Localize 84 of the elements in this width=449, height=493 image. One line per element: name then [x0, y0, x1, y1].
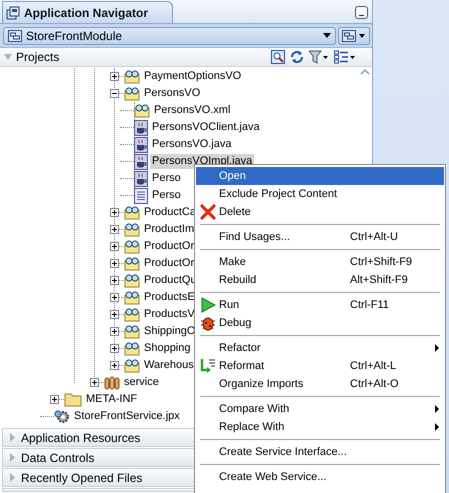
view-object-icon [124, 308, 140, 322]
search-icon[interactable] [271, 50, 285, 64]
menu-item[interactable]: Find Usages... Ctrl+Alt-U [196, 228, 444, 246]
document-icon [134, 188, 148, 204]
tree-item[interactable]: PersonsVO.java [150, 137, 234, 152]
view-object-icon [124, 222, 140, 236]
package-icon [104, 375, 120, 390]
menu-item[interactable]: Open [196, 167, 444, 185]
expand-toggle[interactable] [110, 72, 119, 81]
java-file-icon [134, 136, 148, 152]
module-icon [8, 30, 22, 42]
tree-item[interactable]: PaymentOptionsVO [142, 69, 244, 84]
tree-item[interactable]: PersonsVOClient.java [150, 120, 262, 135]
tree-item[interactable]: PersonsVO [142, 86, 202, 101]
tree-item[interactable]: META-INF [84, 392, 140, 407]
tree-item[interactable]: Perso [150, 171, 183, 186]
view-object-icon [124, 324, 140, 338]
menu-item[interactable]: Reformat Ctrl+Alt-L [196, 357, 444, 375]
tree-item[interactable]: ProductOr [142, 239, 196, 254]
menu-item[interactable]: Organize Imports Ctrl+Alt-O [196, 375, 444, 393]
tree-item[interactable]: ShippingO [142, 324, 198, 339]
tree-item[interactable]: ProductsE [142, 290, 197, 305]
windows-icon [6, 5, 22, 20]
project-dropdown[interactable]: StoreFrontModule [3, 26, 336, 44]
view-object-icon [124, 240, 140, 254]
module-icon [342, 30, 356, 42]
expand-toggle[interactable] [110, 361, 119, 370]
play-icon [200, 297, 216, 313]
tree-item[interactable]: ProductOr [142, 256, 196, 271]
reformat-icon [200, 358, 216, 374]
expand-toggle[interactable] [110, 225, 119, 234]
view-object-icon [124, 86, 140, 100]
panel-tab[interactable]: Application Navigator [2, 1, 174, 23]
gear-icon [54, 409, 70, 424]
tree-item[interactable]: Warehous [142, 358, 196, 373]
expand-toggle[interactable] [50, 395, 59, 404]
tree-item[interactable]: ProductIm [142, 222, 196, 237]
expand-toggle[interactable] [110, 259, 119, 268]
tree-item[interactable]: service [122, 375, 161, 390]
caret-icon [323, 33, 331, 38]
menu-item[interactable]: Make Ctrl+Shift-F9 [196, 253, 444, 271]
collapse-toggle[interactable] [110, 89, 119, 98]
tree-item[interactable]: Perso [150, 188, 183, 203]
view-menu-button[interactable] [338, 26, 370, 44]
expand-toggle[interactable] [110, 310, 119, 319]
filter-icon[interactable] [309, 50, 329, 64]
view-object-icon [134, 104, 150, 118]
view-object-icon [124, 70, 140, 84]
view-object-icon [124, 358, 140, 372]
expand-toggle[interactable] [110, 327, 119, 336]
view-object-icon [124, 342, 140, 356]
bug-icon [200, 315, 216, 331]
tree-item[interactable]: PersonsVO.xml [152, 103, 232, 118]
expand-toggle[interactable] [110, 276, 119, 285]
java-file-icon [134, 120, 148, 136]
view-object-icon [124, 274, 140, 288]
panel-title: Application Navigator [24, 6, 148, 20]
menu-item[interactable]: Debug [196, 314, 444, 332]
java-file-icon [134, 170, 148, 186]
tree-item[interactable]: ProductsV [142, 307, 197, 322]
expand-toggle[interactable] [110, 344, 119, 353]
view-object-icon [124, 256, 140, 270]
menu-item[interactable]: Rebuild Alt+Shift-F9 [196, 271, 444, 289]
expand-toggle[interactable] [110, 293, 119, 302]
delete-icon [200, 204, 216, 220]
tree-item[interactable]: StoreFrontService.jpx [72, 409, 182, 424]
java-file-icon [134, 154, 148, 170]
menu-item[interactable]: Exclude Project Content [196, 185, 444, 203]
folder-icon [64, 392, 82, 407]
tree-item[interactable]: ProductCa [142, 205, 198, 220]
view-object-icon [124, 290, 140, 304]
menu-item[interactable]: Refactor [196, 339, 444, 357]
sync-icon[interactable] [290, 50, 304, 64]
tree-item[interactable]: Shopping [142, 341, 192, 356]
layout-icon[interactable] [334, 50, 356, 64]
menu-item[interactable]: Compare With [196, 400, 444, 418]
menu-item[interactable]: Delete [196, 203, 444, 221]
caret-icon [359, 34, 365, 38]
expand-toggle[interactable] [110, 242, 119, 251]
menu-item[interactable]: Run Ctrl-F11 [196, 296, 444, 314]
minimize-button[interactable] [355, 6, 368, 19]
expand-toggle[interactable] [110, 208, 119, 217]
view-object-icon [124, 206, 140, 220]
expand-toggle[interactable] [90, 378, 99, 387]
